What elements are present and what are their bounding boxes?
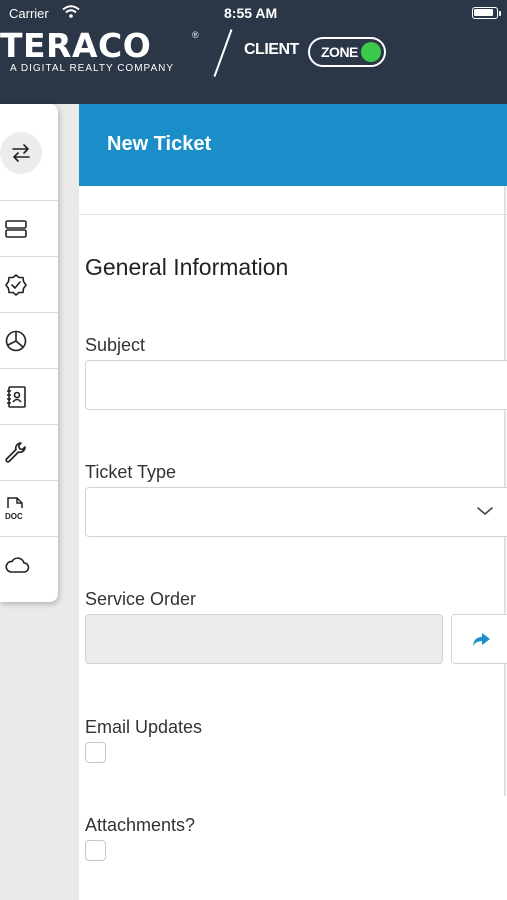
logo-divider <box>213 29 233 77</box>
sidebar-item-compliance[interactable] <box>0 257 58 312</box>
sidebar-item-reports[interactable] <box>0 313 58 368</box>
sidebar-item-cloud[interactable] <box>0 537 58 592</box>
section-title: General Information <box>85 254 289 280</box>
teraco-logo: TERACO <box>0 26 152 65</box>
wrench-icon <box>5 441 26 463</box>
client-zone-client: CLIENT <box>244 41 299 58</box>
client-zone-zone: ZONE <box>321 44 358 60</box>
swap-arrows-icon <box>12 144 30 162</box>
pie-chart-icon <box>5 330 27 351</box>
app-header: Carrier 8:55 AM TERACO ® A DIGITAL REALT… <box>0 0 507 104</box>
status-bar: Carrier 8:55 AM <box>0 0 507 28</box>
chevron-down-icon <box>476 504 494 522</box>
server-stack-icon <box>5 219 27 238</box>
subject-label: Subject <box>85 335 146 355</box>
subject-input[interactable] <box>85 360 507 410</box>
battery-icon <box>472 7 498 19</box>
sidebar-item-tickets[interactable] <box>0 425 58 480</box>
doc-file-icon: DOC <box>5 496 23 521</box>
attachments-checkbox[interactable] <box>85 840 106 861</box>
service-order-field <box>85 614 443 664</box>
page-title: New Ticket <box>107 133 212 155</box>
email-updates-label: Email Updates <box>85 717 203 737</box>
brand-tagline: A DIGITAL REALTY COMPANY <box>10 63 175 74</box>
attachments-label: Attachments? <box>85 815 196 835</box>
panel-header: New Ticket <box>79 104 507 186</box>
verified-badge-icon <box>5 273 27 296</box>
service-order-select-button[interactable] <box>451 614 507 664</box>
carrier-label: Carrier <box>9 6 49 21</box>
sidebar-item-services[interactable] <box>0 201 58 256</box>
service-order-label: Service Order <box>85 589 197 609</box>
clock-time: 8:55 AM <box>224 5 278 21</box>
new-ticket-panel: New Ticket General Information Subject T… <box>79 104 507 900</box>
online-status-dot <box>361 42 381 62</box>
contacts-book-icon <box>7 385 26 408</box>
sidebar: DOC <box>0 104 58 602</box>
ticket-type-label: Ticket Type <box>85 462 177 482</box>
email-updates-checkbox[interactable] <box>85 742 106 763</box>
svg-text:DOC: DOC <box>5 512 23 521</box>
sidebar-item-contacts[interactable] <box>0 369 58 424</box>
forward-arrow-icon <box>473 633 490 646</box>
divider <box>79 214 507 215</box>
registered-mark: ® <box>192 30 199 40</box>
wifi-icon <box>62 5 80 23</box>
sidebar-item-documents[interactable]: DOC <box>0 481 58 536</box>
sidebar-toggle-button[interactable] <box>0 132 42 174</box>
ticket-type-select[interactable] <box>85 487 507 537</box>
client-zone-badge: ZONE <box>308 37 386 67</box>
cloud-icon <box>5 556 30 573</box>
